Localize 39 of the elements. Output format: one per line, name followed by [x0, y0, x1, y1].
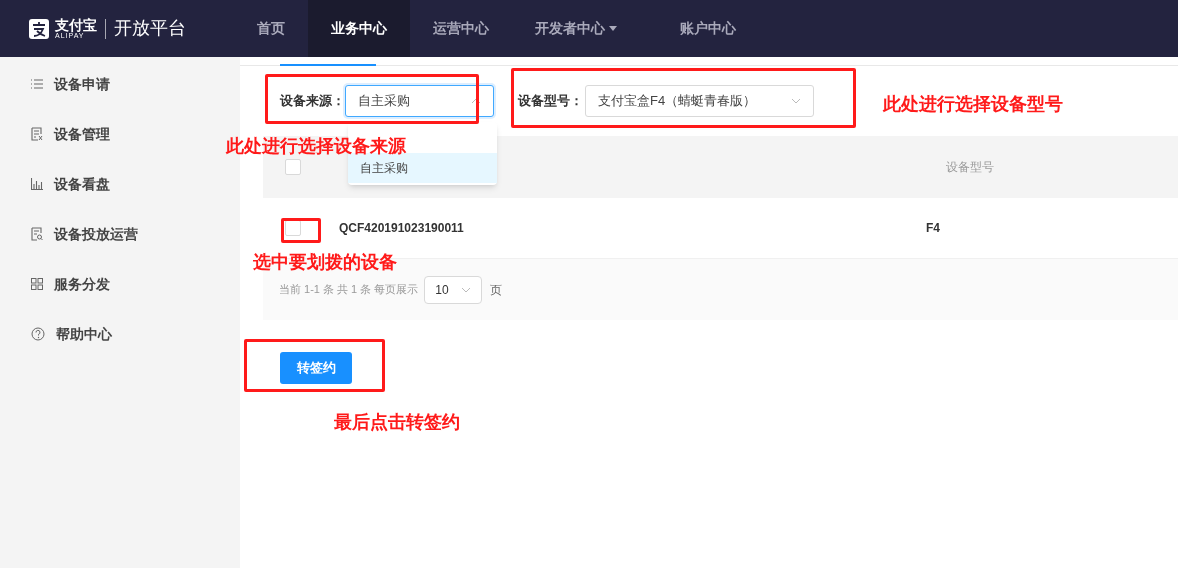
- sidebar-item[interactable]: 帮助中心: [56, 323, 112, 345]
- help-icon: [31, 327, 45, 341]
- filter-label: 设备型号：: [518, 92, 583, 111]
- chevron-up-icon: [471, 98, 481, 104]
- chevron-down-icon: [791, 98, 801, 104]
- grid-icon: [31, 278, 43, 290]
- nav-tab[interactable]: 运营中心: [410, 0, 512, 57]
- caret-down-icon: [609, 26, 617, 31]
- sidebar-item[interactable]: 服务分发: [54, 273, 110, 295]
- bar-chart-icon: [31, 178, 43, 190]
- sidebar-item[interactable]: 设备管理: [54, 123, 110, 145]
- annotation-box: [281, 218, 321, 243]
- document-icon: [31, 127, 43, 141]
- logo-text: 支付宝: [55, 18, 97, 32]
- nav-tab[interactable]: 业务中心: [308, 0, 410, 57]
- column-header: 设备型号: [946, 159, 994, 176]
- nav-tab[interactable]: 首页: [234, 0, 308, 57]
- platform-title: 开放平台: [114, 17, 186, 40]
- annotation-text: 此处进行选择设备型号: [883, 93, 1063, 116]
- sidebar-item[interactable]: 设备投放运营: [54, 223, 138, 245]
- alipay-logo-icon: [29, 18, 49, 39]
- table-cell-text: F4: [926, 220, 940, 237]
- annotation-text: 选中要划拨的设备: [253, 251, 397, 274]
- annotation-text: 最后点击转签约: [334, 411, 460, 434]
- sidebar-item[interactable]: 设备申请: [54, 73, 110, 95]
- list-icon: [31, 79, 43, 89]
- sidebar-item[interactable]: 设备看盘: [54, 173, 110, 195]
- filter-label: 设备来源：: [280, 92, 345, 111]
- select-all-checkbox[interactable]: [285, 159, 301, 175]
- pagination-summary: 当前 1-1 条 共 1 条 每页展示: [279, 282, 419, 298]
- nav-tab[interactable]: 账户中心: [657, 0, 759, 57]
- pagination-unit: 页: [490, 281, 503, 299]
- nav-tab[interactable]: 开发者中心: [512, 0, 657, 57]
- chevron-down-icon: [461, 286, 472, 293]
- document-search-icon: [31, 227, 43, 241]
- filter-select[interactable]: 支付宝盒F4（蜻蜓青春版）: [585, 85, 814, 117]
- table-cell-text: QCF420191023190011: [338, 220, 465, 237]
- page-size-select[interactable]: 10: [424, 275, 483, 304]
- filter-select[interactable]: 自主采购: [345, 85, 494, 117]
